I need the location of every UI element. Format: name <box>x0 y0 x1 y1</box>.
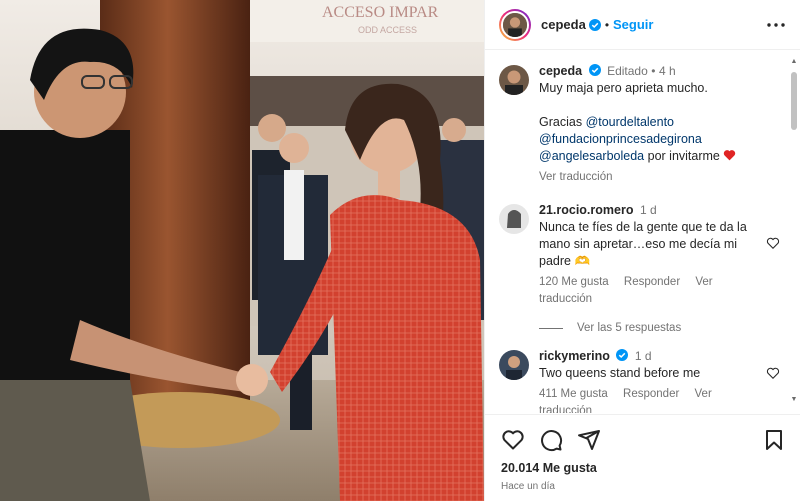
scroll-up-arrow-icon[interactable]: ▲ <box>790 58 798 66</box>
caption-thanks: Gracias <box>539 115 583 129</box>
view-replies-button[interactable]: Ver las 5 respuestas <box>539 322 778 334</box>
comment-body: rickymerino 1 d Two queens stand before … <box>539 348 778 413</box>
replies-line <box>539 327 563 329</box>
comment-actions: 120 Me gusta Responder Ver traducción <box>539 274 760 308</box>
comment-time: 1 d <box>634 349 652 363</box>
share-icon[interactable] <box>577 428 601 452</box>
header-separator: • <box>604 17 610 32</box>
post-header: cepeda • Seguir <box>485 0 800 50</box>
caption-username[interactable]: cepeda <box>539 64 582 78</box>
verified-icon <box>588 18 601 31</box>
follow-button[interactable]: Seguir <box>613 17 653 32</box>
comment-item: 21.rocio.romero 1 d Nunca te fíes de la … <box>499 202 780 308</box>
caption: cepeda Editado • 4 h Muy maja pero aprie… <box>499 63 778 186</box>
comment-like-icon[interactable] <box>766 236 780 250</box>
comment-likes[interactable]: 120 Me gusta <box>539 276 609 288</box>
red-heart-emoji-icon <box>724 150 736 161</box>
more-icon <box>767 22 785 27</box>
instagram-post: ACCESO IMPAR ODD ACCESS cepeda • Seguir … <box>0 0 800 501</box>
caption-suffix: por invitarme <box>647 149 720 163</box>
post-timestamp: Hace un día <box>501 481 555 492</box>
comment-text: Nunca te fíes de la gente que te da la m… <box>539 220 747 268</box>
mention-fundacion[interactable]: @fundacionprincesadegirona <box>539 132 702 146</box>
author-avatar[interactable] <box>499 8 531 41</box>
sign-subtext: ODD ACCESS <box>358 25 417 35</box>
verified-icon <box>588 64 601 76</box>
comment-username[interactable]: 21.rocio.romero <box>539 203 633 217</box>
reply-button[interactable]: Responder <box>623 388 679 400</box>
comment-avatar[interactable] <box>499 350 529 380</box>
more-options-button[interactable] <box>764 13 788 37</box>
caption-translate[interactable]: Ver traducción <box>539 169 760 186</box>
mention-angelesarboleda[interactable]: @angelesarboleda <box>539 149 644 163</box>
comment-item: rickymerino 1 d Two queens stand before … <box>499 348 780 413</box>
scroll-down-arrow-icon[interactable]: ▼ <box>790 396 798 404</box>
caption-time: 4 h <box>658 64 676 78</box>
comment-avatar[interactable] <box>499 204 529 234</box>
caption-separator: • <box>651 64 656 78</box>
comment-icon[interactable] <box>539 428 563 452</box>
caption-avatar[interactable] <box>499 65 529 95</box>
comments-section[interactable]: cepeda Editado • 4 h Muy maja pero aprie… <box>485 51 800 413</box>
scrollbar-thumb[interactable] <box>791 72 797 130</box>
view-replies-label: Ver las 5 respuestas <box>577 322 682 334</box>
mention-tourdeltalento[interactable]: @tourdeltalento <box>586 115 674 129</box>
post-likes-count[interactable]: 20.014 Me gusta <box>501 461 786 475</box>
comments-scrollbar[interactable]: ▲ ▼ <box>790 58 798 404</box>
action-icons <box>501 427 786 453</box>
post-photo[interactable]: ACCESO IMPAR ODD ACCESS <box>0 0 484 501</box>
comment-likes[interactable]: 411 Me gusta <box>539 388 608 400</box>
bookmark-icon[interactable] <box>762 428 786 452</box>
sign-text: ACCESO IMPAR <box>322 4 439 21</box>
verified-icon <box>616 349 629 361</box>
comment-time: 1 d <box>639 203 657 217</box>
comment-username[interactable]: rickymerino <box>539 349 610 363</box>
caption-body: cepeda Editado • 4 h Muy maja pero aprie… <box>539 63 778 186</box>
reply-button[interactable]: Responder <box>624 276 680 288</box>
comment-body: 21.rocio.romero 1 d Nunca te fíes de la … <box>539 202 778 308</box>
photo-illustration: ACCESO IMPAR ODD ACCESS <box>0 0 484 501</box>
comment-like-icon[interactable] <box>766 366 780 380</box>
caption-text: Muy maja pero aprieta mucho. <box>539 81 708 95</box>
heart-icon[interactable] <box>501 428 525 452</box>
post-panel: cepeda • Seguir cepeda Editado • 4 h Muy… <box>484 0 800 501</box>
author-username[interactable]: cepeda <box>541 17 586 32</box>
caption-edited: Editado <box>607 64 648 78</box>
post-actions: 20.014 Me gusta Hace un día <box>485 414 800 492</box>
comment-text: Two queens stand before me <box>539 366 701 380</box>
comment-actions: 411 Me gusta Responder Ver traducción <box>539 386 760 413</box>
header-info: cepeda • Seguir <box>541 17 653 32</box>
